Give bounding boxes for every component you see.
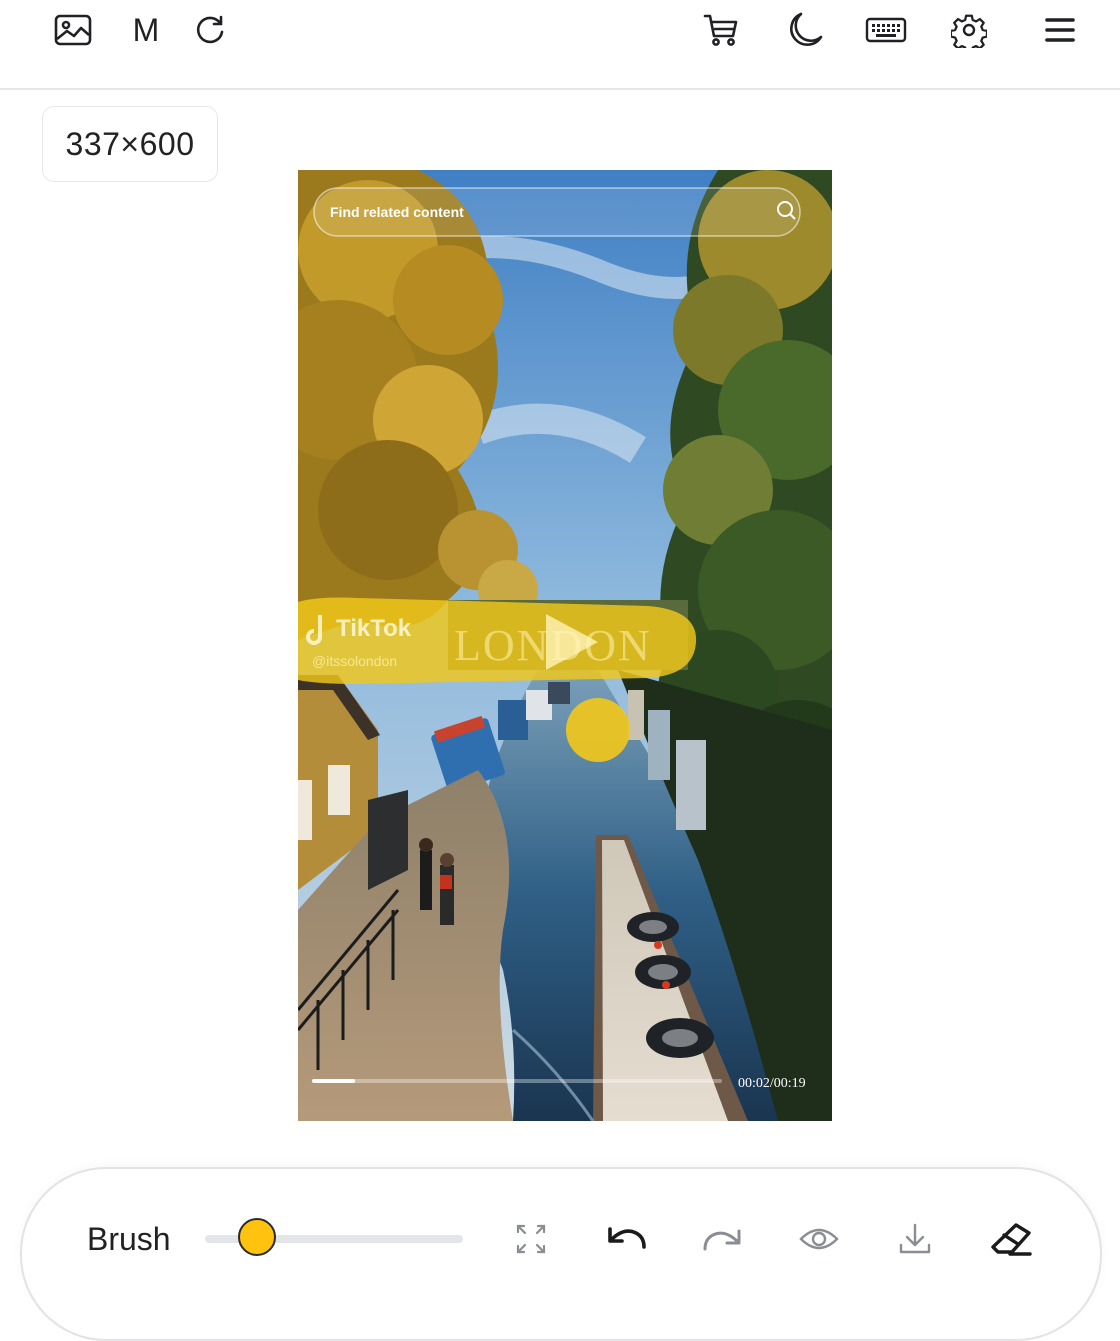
m-icon[interactable]: M <box>126 8 166 52</box>
keyboard-icon[interactable] <box>862 8 910 52</box>
eye-icon[interactable] <box>797 1217 841 1261</box>
menu-icon[interactable] <box>1040 8 1080 52</box>
image-icon[interactable] <box>50 8 96 52</box>
cart-icon[interactable] <box>700 8 742 52</box>
fullscreen-icon[interactable] <box>509 1217 553 1261</box>
tiktok-brand: TikTok <box>336 615 412 642</box>
brush-label: Brush <box>87 1221 171 1257</box>
brush-size-thumb[interactable] <box>237 1218 276 1256</box>
video-timecode: 00:02/00:19 <box>738 1076 806 1091</box>
video-progress-fill <box>312 1079 355 1083</box>
redo-icon[interactable] <box>701 1217 745 1261</box>
brush-toolbar: Brush <box>20 1167 1102 1341</box>
m-label: M <box>132 12 160 48</box>
moon-icon[interactable] <box>782 8 826 52</box>
top-toolbar: M <box>0 0 1120 90</box>
video-progress-track <box>312 1079 722 1083</box>
refresh-icon[interactable] <box>190 8 230 52</box>
image-size-badge: 337×600 <box>42 106 218 182</box>
undo-icon[interactable] <box>604 1217 648 1261</box>
gear-icon[interactable] <box>948 8 990 52</box>
tiktok-handle: @itssolondon <box>312 653 397 669</box>
brush-cursor <box>566 698 630 762</box>
image-canvas[interactable]: Find related content TikTok @itssolondon… <box>298 170 832 1121</box>
video-search-placeholder: Find related content <box>330 204 464 220</box>
download-icon[interactable] <box>893 1217 937 1261</box>
eraser-icon[interactable] <box>989 1217 1033 1261</box>
